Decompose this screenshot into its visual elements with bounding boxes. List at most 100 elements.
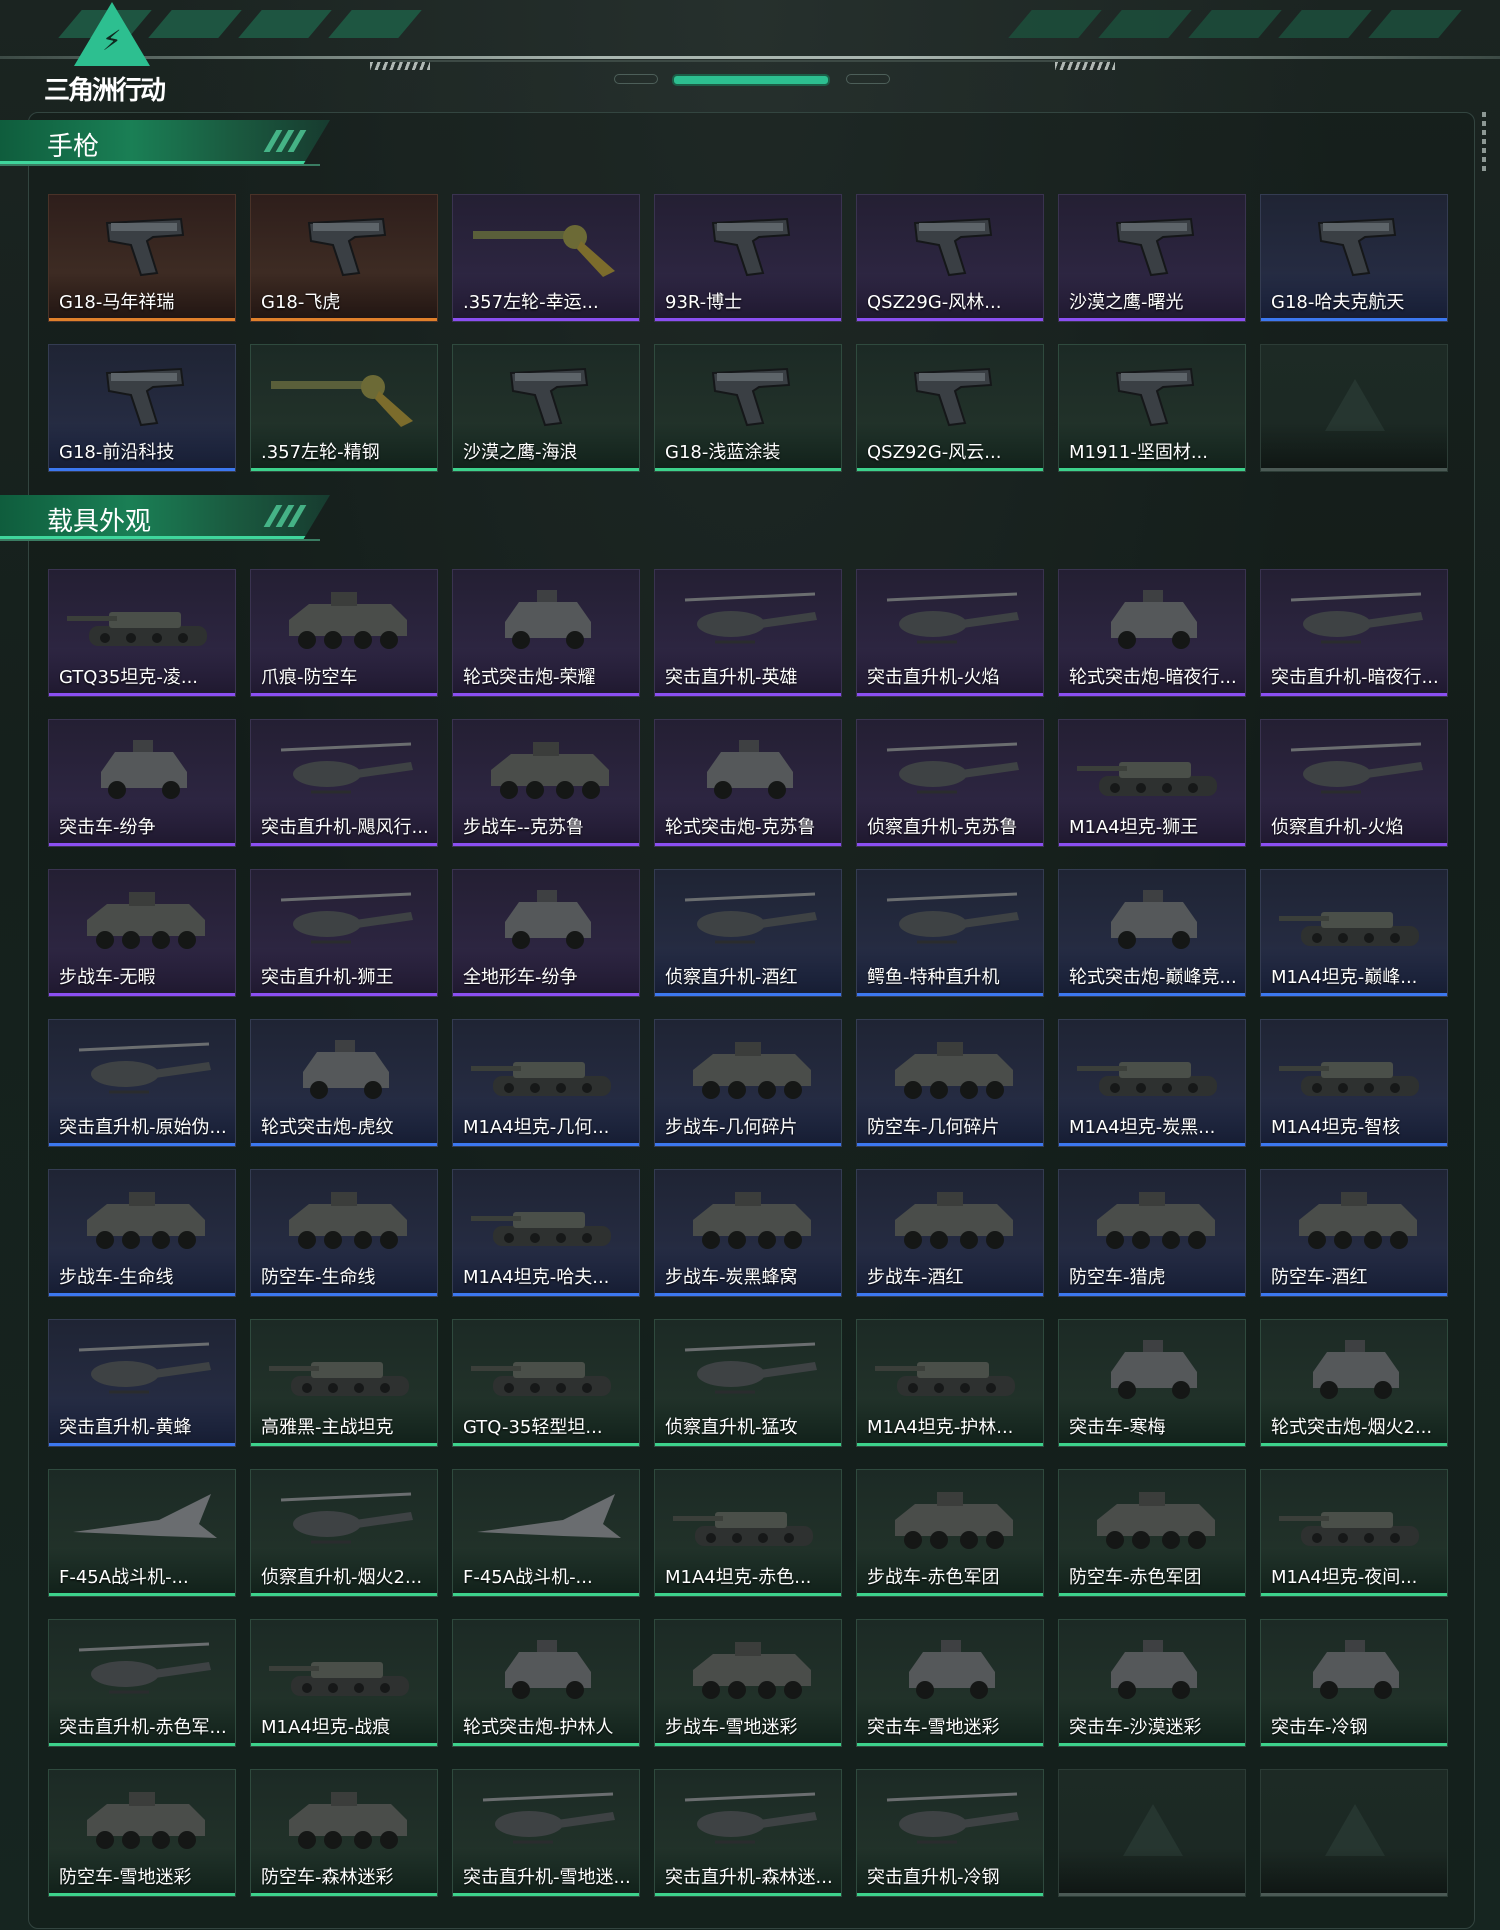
item-card[interactable]: 突击直升机-飓风行... xyxy=(250,719,438,847)
item-card[interactable]: 突击直升机-英雄 xyxy=(654,569,842,697)
empty-item-slot xyxy=(1260,344,1448,472)
item-card[interactable]: 侦察直升机-烟火2... xyxy=(250,1469,438,1597)
item-card[interactable]: M1A4坦克-赤色... xyxy=(654,1469,842,1597)
item-card[interactable]: 步战车--克苏鲁 xyxy=(452,719,640,847)
item-card[interactable]: 高雅黑-主战坦克 xyxy=(250,1319,438,1447)
item-card[interactable]: 轮式突击炮-护林人 xyxy=(452,1619,640,1747)
item-card[interactable]: M1A4坦克-巅峰... xyxy=(1260,869,1448,997)
rarity-bar xyxy=(1059,1893,1245,1896)
rarity-bar xyxy=(857,993,1043,996)
rarity-bar xyxy=(1261,1593,1447,1596)
item-card[interactable]: 突击车-寒梅 xyxy=(1058,1319,1246,1447)
item-name: G18-前沿科技 xyxy=(59,442,175,463)
rarity-bar xyxy=(1059,1143,1245,1146)
item-card[interactable]: 防空车-雪地迷彩 xyxy=(48,1769,236,1897)
item-card[interactable]: 沙漠之鹰-海浪 xyxy=(452,344,640,472)
item-card[interactable]: 突击直升机-雪地迷... xyxy=(452,1769,640,1897)
item-card[interactable]: M1A4坦克-狮王 xyxy=(1058,719,1246,847)
item-card[interactable]: 轮式突击炮-巅峰竞... xyxy=(1058,869,1246,997)
header-stripe xyxy=(1368,10,1462,38)
rarity-bar xyxy=(453,843,639,846)
item-card[interactable]: GTQ-35轻型坦... xyxy=(452,1319,640,1447)
item-card[interactable]: QSZ29G-风林... xyxy=(856,194,1044,322)
item-card[interactable]: 侦察直升机-猛攻 xyxy=(654,1319,842,1447)
item-card[interactable]: G18-前沿科技 xyxy=(48,344,236,472)
item-card[interactable]: 突击直升机-森林迷... xyxy=(654,1769,842,1897)
item-card[interactable]: 轮式突击炮-荣耀 xyxy=(452,569,640,697)
item-card[interactable]: 轮式突击炮-烟火2... xyxy=(1260,1319,1448,1447)
rarity-bar xyxy=(857,1743,1043,1746)
item-card[interactable]: 轮式突击炮-虎纹 xyxy=(250,1019,438,1147)
item-name: 93R-博士 xyxy=(665,292,743,313)
item-card[interactable]: 步战车-几何碎片 xyxy=(654,1019,842,1147)
item-card[interactable]: 步战车-无暇 xyxy=(48,869,236,997)
item-card[interactable]: 侦察直升机-克苏鲁 xyxy=(856,719,1044,847)
item-card[interactable]: 爪痕-防空车 xyxy=(250,569,438,697)
rarity-bar xyxy=(655,318,841,321)
item-name: 步战车-几何碎片 xyxy=(665,1117,798,1138)
item-name: M1A4坦克-炭黑... xyxy=(1069,1117,1216,1138)
item-card[interactable]: 突击直升机-赤色军... xyxy=(48,1619,236,1747)
item-card[interactable]: 突击直升机-黄蜂 xyxy=(48,1319,236,1447)
item-card[interactable]: 防空车-几何碎片 xyxy=(856,1019,1044,1147)
item-card[interactable]: M1A4坦克-几何... xyxy=(452,1019,640,1147)
rarity-bar xyxy=(655,843,841,846)
item-card[interactable]: 突击直升机-原始伪... xyxy=(48,1019,236,1147)
item-card[interactable]: 鳄鱼-特种直升机 xyxy=(856,869,1044,997)
item-card[interactable]: M1911-坚固材... xyxy=(1058,344,1246,472)
item-card[interactable]: 轮式突击炮-克苏鲁 xyxy=(654,719,842,847)
item-card[interactable]: 突击直升机-狮王 xyxy=(250,869,438,997)
item-card[interactable]: .357左轮-精钢 xyxy=(250,344,438,472)
item-card[interactable]: 沙漠之鹰-曙光 xyxy=(1058,194,1246,322)
item-card[interactable]: F-45A战斗机-... xyxy=(452,1469,640,1597)
item-card[interactable]: F-45A战斗机-... xyxy=(48,1469,236,1597)
item-card[interactable]: 突击车-冷钢 xyxy=(1260,1619,1448,1747)
item-card[interactable]: M1A4坦克-炭黑... xyxy=(1058,1019,1246,1147)
item-card[interactable]: 步战车-炭黑蜂窝 xyxy=(654,1169,842,1297)
item-card[interactable]: M1A4坦克-哈夫... xyxy=(452,1169,640,1297)
item-card[interactable]: 防空车-酒红 xyxy=(1260,1169,1448,1297)
item-card[interactable]: G18-浅蓝涂装 xyxy=(654,344,842,472)
item-name: 轮式突击炮-护林人 xyxy=(463,1717,614,1738)
item-card[interactable]: 步战车-赤色军团 xyxy=(856,1469,1044,1597)
item-card[interactable]: M1A4坦克-智核 xyxy=(1260,1019,1448,1147)
item-card[interactable]: M1A4坦克-夜间... xyxy=(1260,1469,1448,1597)
item-card[interactable]: 防空车-赤色军团 xyxy=(1058,1469,1246,1597)
item-card[interactable]: 轮式突击炮-暗夜行... xyxy=(1058,569,1246,697)
item-name: 突击车-冷钢 xyxy=(1271,1717,1368,1738)
item-card[interactable]: 防空车-森林迷彩 xyxy=(250,1769,438,1897)
item-name: 步战车-赤色军团 xyxy=(867,1567,1000,1588)
item-card[interactable]: 步战车-酒红 xyxy=(856,1169,1044,1297)
item-card[interactable]: 突击直升机-冷钢 xyxy=(856,1769,1044,1897)
item-name: 突击直升机-赤色军... xyxy=(59,1717,227,1738)
item-card[interactable]: 全地形车-纷争 xyxy=(452,869,640,997)
item-card[interactable]: G18-哈夫克航天 xyxy=(1260,194,1448,322)
item-card[interactable]: 步战车-生命线 xyxy=(48,1169,236,1297)
item-card[interactable]: QSZ92G-风云... xyxy=(856,344,1044,472)
item-card[interactable]: M1A4坦克-战痕 xyxy=(250,1619,438,1747)
item-card[interactable]: 突击车-纷争 xyxy=(48,719,236,847)
item-card[interactable]: 突击直升机-火焰 xyxy=(856,569,1044,697)
item-card[interactable]: 防空车-生命线 xyxy=(250,1169,438,1297)
item-card[interactable]: 突击车-雪地迷彩 xyxy=(856,1619,1044,1747)
item-name: 突击直升机-雪地迷... xyxy=(463,1867,631,1888)
item-card[interactable]: M1A4坦克-护林... xyxy=(856,1319,1044,1447)
item-card[interactable]: 突击车-沙漠迷彩 xyxy=(1058,1619,1246,1747)
item-card[interactable]: G18-飞虎 xyxy=(250,194,438,322)
item-card[interactable]: 侦察直升机-火焰 xyxy=(1260,719,1448,847)
item-card[interactable]: G18-马年祥瑞 xyxy=(48,194,236,322)
item-card[interactable]: 突击直升机-暗夜行... xyxy=(1260,569,1448,697)
rarity-bar xyxy=(49,1593,235,1596)
item-card[interactable]: 侦察直升机-酒红 xyxy=(654,869,842,997)
item-card[interactable]: GTQ35坦克-凌... xyxy=(48,569,236,697)
scrollbar-indicator[interactable] xyxy=(1482,112,1486,174)
rarity-bar xyxy=(857,1293,1043,1296)
item-card[interactable]: 防空车-猎虎 xyxy=(1058,1169,1246,1297)
item-card[interactable]: 步战车-雪地迷彩 xyxy=(654,1619,842,1747)
item-card[interactable]: .357左轮-幸运... xyxy=(452,194,640,322)
item-card[interactable]: 93R-博士 xyxy=(654,194,842,322)
rarity-bar xyxy=(857,843,1043,846)
rarity-bar xyxy=(1261,1443,1447,1446)
rarity-bar xyxy=(251,993,437,996)
rarity-bar xyxy=(1261,1143,1447,1146)
